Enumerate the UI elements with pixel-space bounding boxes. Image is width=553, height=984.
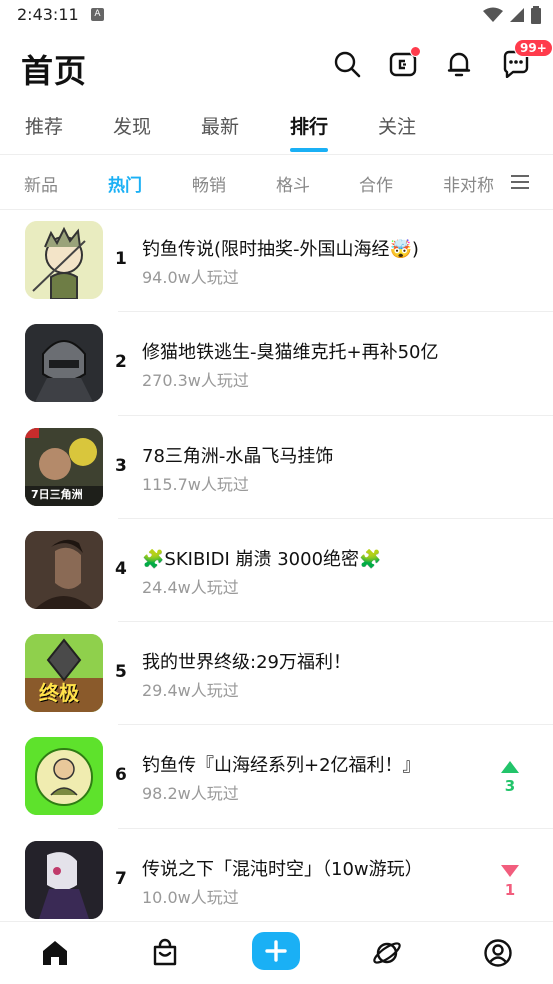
thumb-label: 终极	[39, 681, 79, 706]
tab-following[interactable]: 关注	[378, 112, 416, 139]
main-tabs: 推荐 发现 最新 排行 关注	[0, 100, 553, 155]
game-thumbnail: 终极	[25, 634, 103, 713]
rank-number: 5	[115, 662, 127, 683]
bottom-nav	[0, 921, 553, 984]
system-icons	[483, 6, 541, 24]
game-thumbnail: 7日三角洲	[25, 427, 103, 506]
subtab-collab[interactable]: 合作	[359, 171, 393, 196]
list-item[interactable]: 终极 5 我的世界终级:29万福利！ 29.4w人玩过	[0, 622, 553, 726]
nav-profile[interactable]	[480, 935, 516, 971]
trend-value: 3	[504, 777, 516, 796]
search-button[interactable]	[331, 48, 363, 80]
header: 首页 99+	[0, 32, 553, 100]
arrow-down-icon	[501, 864, 519, 877]
play-count: 98.2w人玩过	[142, 784, 239, 804]
rank-number: 3	[115, 455, 127, 476]
profile-icon	[484, 939, 512, 967]
game-thumbnail	[25, 530, 103, 609]
rank-number: 2	[115, 352, 127, 373]
game-title: 🧩SKIBIDI 崩溃 3000绝密🧩	[142, 548, 382, 570]
nav-home[interactable]	[37, 935, 73, 971]
list-item[interactable]: 4 🧩SKIBIDI 崩溃 3000绝密🧩 24.4w人玩过	[0, 519, 553, 623]
tab-ranking[interactable]: 排行	[290, 112, 328, 139]
planet-icon	[373, 942, 401, 964]
page-title: 首页	[21, 52, 88, 90]
wallet-dot-indicator	[410, 46, 421, 57]
tab-recommend[interactable]: 推荐	[25, 112, 63, 139]
game-thumbnail	[25, 324, 103, 403]
shop-bag-icon	[153, 938, 177, 966]
list-item[interactable]: 2 修猫地铁逃生-臭猫维克托+再补50亿 270.3w人玩过	[0, 312, 553, 416]
play-count: 10.0w人玩过	[142, 887, 239, 907]
play-count: 270.3w人玩过	[142, 371, 249, 391]
play-count: 94.0w人玩过	[142, 268, 239, 287]
app-indicator-icon: A	[91, 8, 104, 21]
game-thumbnail	[25, 737, 103, 816]
rank-number: 4	[115, 558, 127, 579]
game-title: 我的世界终级:29万福利！	[142, 652, 351, 674]
trend-value: 1	[504, 880, 516, 899]
game-title: 78三角洲-水晶飞马挂饰	[142, 445, 334, 467]
rank-trend-down: 1	[500, 864, 520, 899]
subtab-new[interactable]: 新品	[24, 171, 58, 196]
game-thumbnail	[25, 221, 103, 299]
tab-latest[interactable]: 最新	[201, 112, 239, 139]
message-badge: 99+	[514, 39, 553, 57]
game-title: 钓鱼传说(限时抽奖-外国山海经🤯)	[142, 239, 419, 260]
search-icon	[334, 51, 361, 78]
create-button[interactable]	[252, 932, 300, 970]
list-item[interactable]: 7 传说之下「混沌时空」（10w游玩） 10.0w人玩过 1	[0, 829, 553, 932]
bell-icon	[447, 52, 471, 77]
list-item[interactable]: 6 钓鱼传『山海经系列+2亿福利！』 98.2w人玩过 3	[0, 725, 553, 829]
subtab-hot[interactable]: 热门	[108, 171, 142, 196]
nav-explore[interactable]	[369, 935, 405, 971]
subtab-asymmetric[interactable]: 非对称	[443, 171, 494, 196]
list-item[interactable]: 7日三角洲 3 78三角洲-水晶飞马挂饰 115.7w人玩过	[0, 416, 553, 519]
tab-discover[interactable]: 发现	[113, 112, 151, 139]
nav-shop[interactable]	[147, 935, 183, 971]
game-thumbnail	[25, 840, 103, 919]
rank-number: 6	[115, 765, 127, 786]
wifi-icon	[483, 7, 503, 22]
thumb-label: 7日三角洲	[31, 487, 83, 501]
ranking-list: 1 钓鱼传说(限时抽奖-外国山海经🤯) 94.0w人玩过 2 修猫地铁逃生-臭猫…	[0, 209, 553, 932]
notification-button[interactable]	[443, 48, 475, 80]
rank-number: 1	[115, 249, 127, 269]
status-time: 2:43:11	[17, 5, 79, 24]
signal-icon	[510, 8, 524, 22]
category-tabs: 新品 热门 畅销 格斗 合作 非对称	[0, 155, 553, 210]
rank-trend-up: 3	[500, 761, 520, 795]
rank-number: 7	[115, 868, 127, 889]
message-button[interactable]: 99+	[500, 39, 553, 80]
status-bar: 2:43:11 A	[0, 0, 553, 32]
arrow-up-icon	[501, 761, 519, 774]
list-item[interactable]: 1 钓鱼传说(限时抽奖-外国山海经🤯) 94.0w人玩过	[0, 209, 553, 313]
battery-icon	[531, 6, 541, 24]
game-title: 修猫地铁逃生-臭猫维克托+再补50亿	[142, 342, 439, 364]
play-count: 115.7w人玩过	[142, 474, 249, 494]
menu-icon[interactable]	[511, 173, 529, 191]
home-icon	[43, 941, 67, 965]
subtab-bestselling[interactable]: 畅销	[192, 171, 226, 196]
plus-icon	[265, 940, 287, 962]
game-title: 钓鱼传『山海经系列+2亿福利！』	[142, 755, 421, 777]
game-title: 传说之下「混沌时空」（10w游玩）	[142, 858, 423, 880]
active-tab-indicator	[290, 148, 328, 152]
play-count: 24.4w人玩过	[142, 577, 239, 597]
play-count: 29.4w人玩过	[142, 681, 239, 701]
subtab-fighting[interactable]: 格斗	[276, 171, 310, 196]
wallet-button[interactable]	[387, 46, 421, 80]
